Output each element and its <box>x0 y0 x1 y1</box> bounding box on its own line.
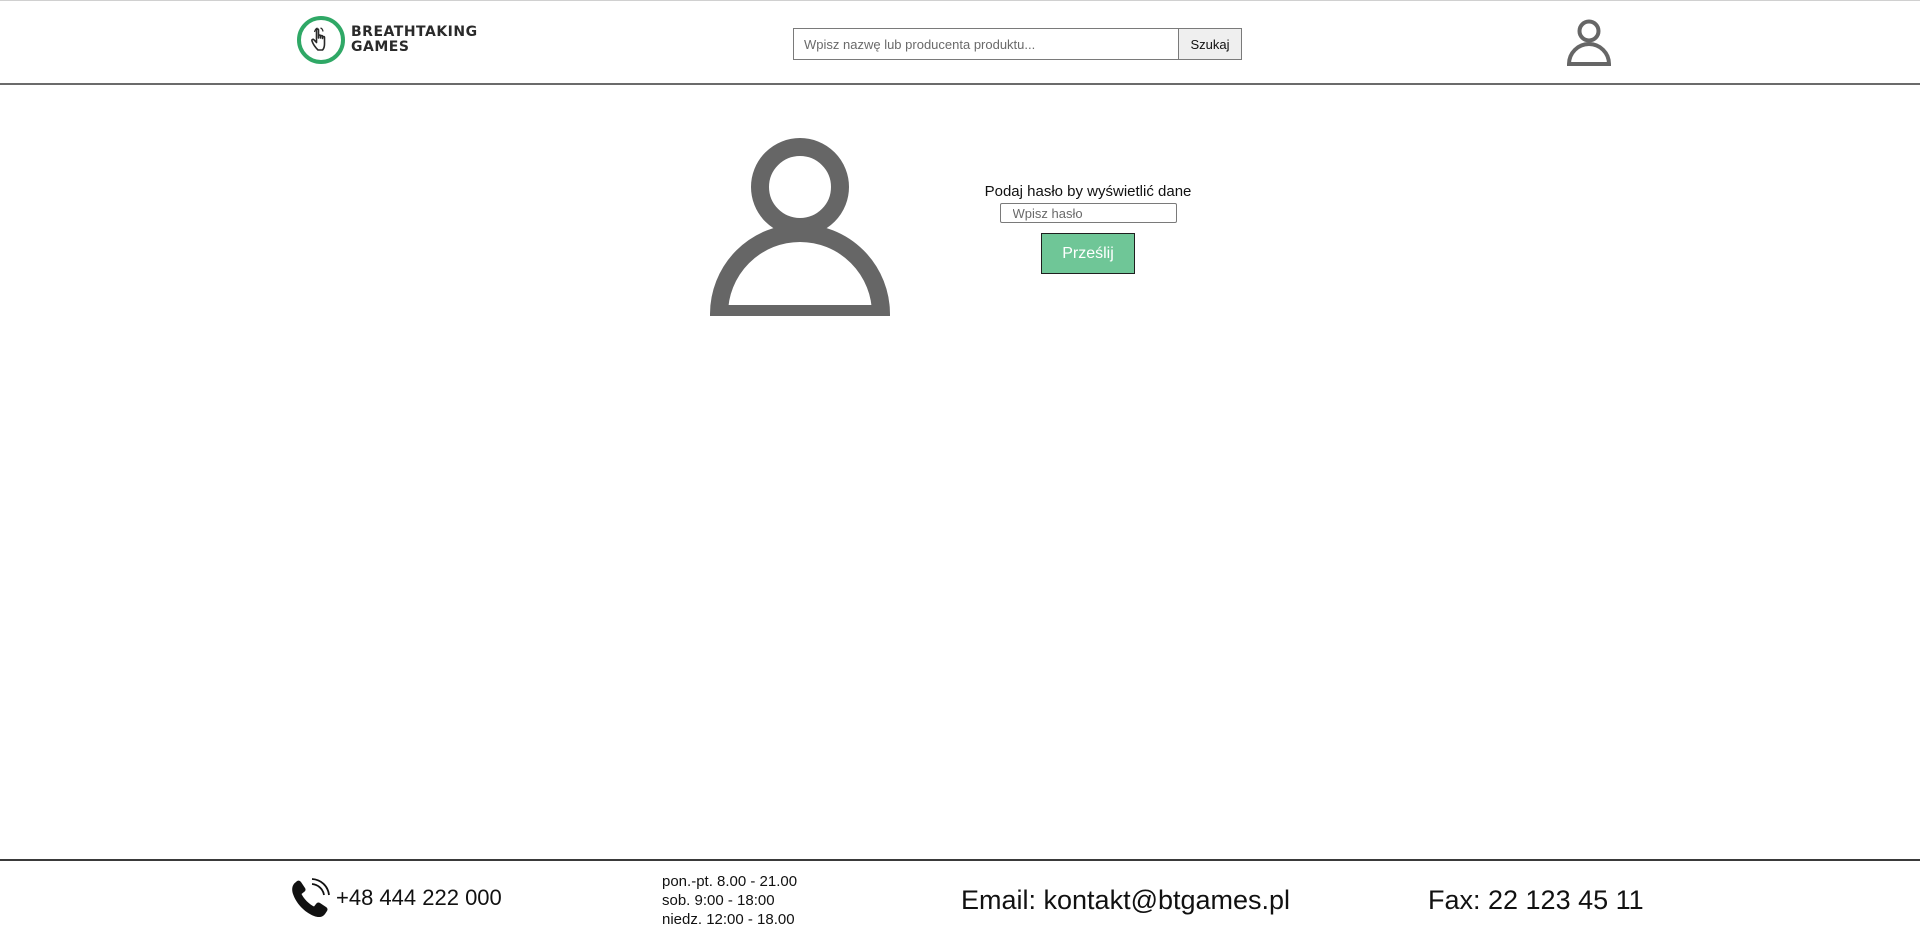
site-footer: +48 444 222 000 pon.-pt. 8.00 - 21.00 so… <box>0 859 1920 937</box>
logo-text: BREATHTAKING GAMES <box>351 25 478 55</box>
search-input[interactable] <box>793 28 1178 60</box>
hours-weekdays: pon.-pt. 8.00 - 21.00 <box>662 873 798 890</box>
search-button[interactable]: Szukaj <box>1178 28 1242 60</box>
main-content: Podaj hasło by wyświetlić dane Prześlij <box>0 85 1920 859</box>
password-prompt-label: Podaj hasło by wyświetlić dane <box>984 183 1192 200</box>
phone-icon <box>292 878 330 918</box>
search-form: Szukaj <box>793 28 1242 60</box>
account-link[interactable] <box>1566 18 1612 66</box>
logo-link[interactable]: BREATHTAKING GAMES <box>297 16 478 64</box>
user-avatar-icon <box>710 138 890 316</box>
password-form: Podaj hasło by wyświetlić dane Prześlij <box>968 183 1208 274</box>
submit-button[interactable]: Prześlij <box>1041 233 1135 274</box>
logo-text-line2: GAMES <box>351 39 410 55</box>
password-input[interactable] <box>999 203 1177 223</box>
footer-phone: +48 444 222 000 <box>288 875 502 921</box>
footer-fax: Fax: 22 123 45 11 <box>1428 885 1644 915</box>
hand-pointer-icon <box>297 16 345 64</box>
hours-sunday: niedz. 12:00 - 18.00 <box>662 911 795 928</box>
site-header: BREATHTAKING GAMES Szukaj <box>0 0 1920 85</box>
phone-number: +48 444 222 000 <box>336 885 502 910</box>
hours-saturday: sob. 9:00 - 18:00 <box>662 892 775 909</box>
opening-hours: pon.-pt. 8.00 - 21.00 sob. 9:00 - 18:00 … <box>662 872 797 929</box>
logo-text-line1: BREATHTAKING <box>351 24 478 40</box>
footer-email: Email: kontakt@btgames.pl <box>961 885 1291 915</box>
user-icon <box>1566 19 1612 66</box>
